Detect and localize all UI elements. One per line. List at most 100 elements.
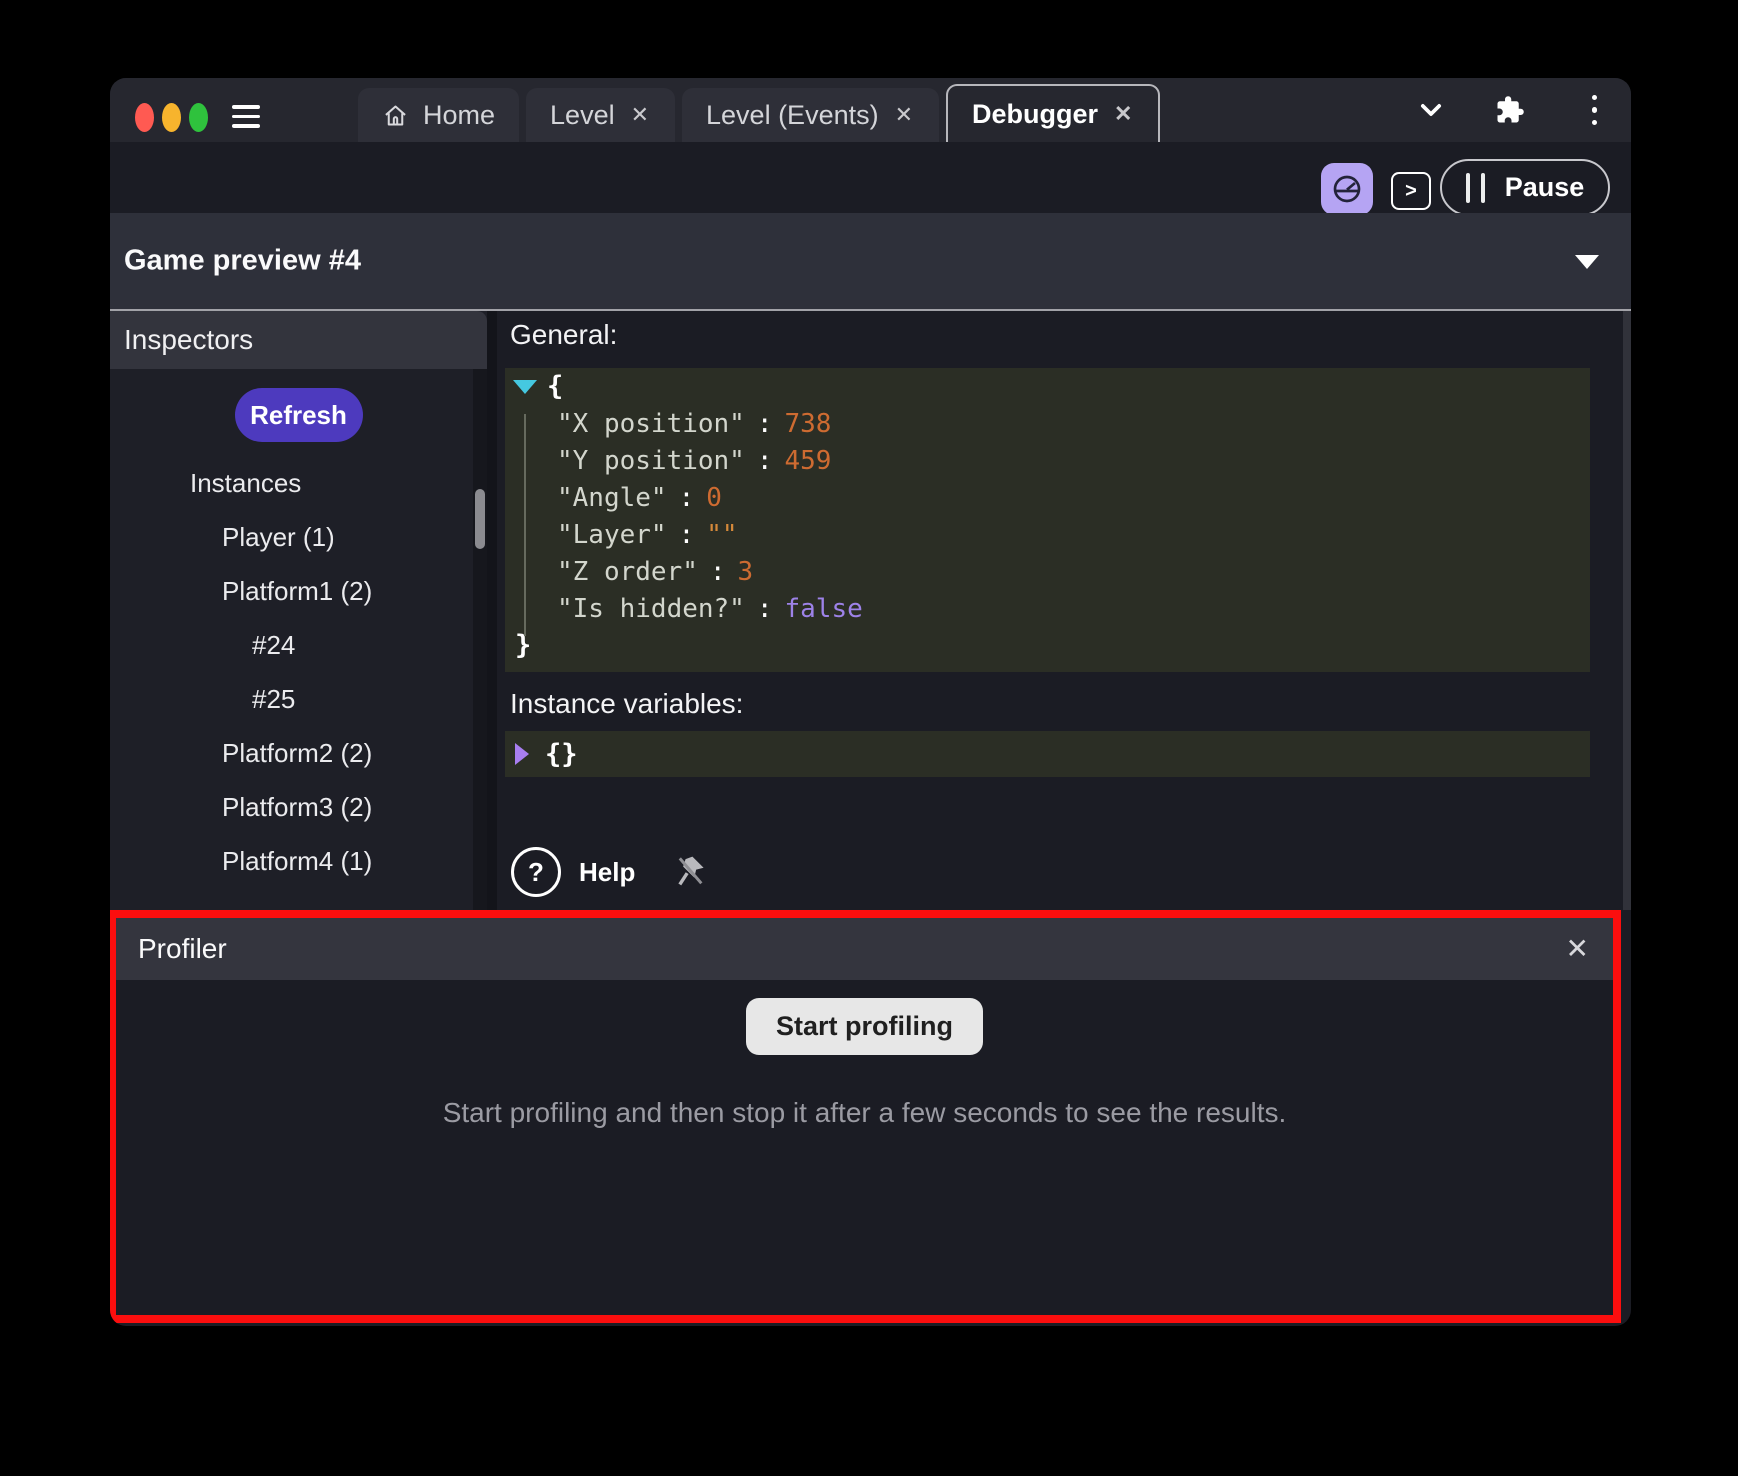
pause-label: Pause: [1505, 172, 1585, 203]
tab-level-events[interactable]: Level (Events) ✕: [682, 88, 939, 142]
list-item[interactable]: Platform1 (2): [110, 564, 487, 618]
sidebar-scrollbar-thumb[interactable]: [475, 489, 485, 549]
json-value: false: [785, 594, 863, 624]
collapse-triangle-icon[interactable]: [513, 380, 537, 394]
json-key: "Is hidden?": [557, 594, 745, 624]
json-key: "X position": [557, 409, 745, 439]
expand-triangle-icon[interactable]: [515, 743, 529, 765]
json-close-row: }: [505, 627, 1590, 664]
home-icon: [382, 102, 409, 129]
profiler-panel: Profiler ✕ Start profiling Start profili…: [110, 910, 1621, 1323]
help-label[interactable]: Help: [579, 857, 635, 888]
unpin-icon[interactable]: [675, 855, 705, 889]
pause-button[interactable]: Pause: [1440, 159, 1610, 216]
inspectors-sidebar: Inspectors Refresh Instances Player (1) …: [110, 311, 487, 910]
inspectors-body: Refresh Instances Player (1) Platform1 (…: [110, 369, 487, 910]
game-preview-header[interactable]: Game preview #4: [110, 213, 1631, 309]
close-icon[interactable]: ✕: [1112, 101, 1134, 127]
json-key: "Z order": [557, 557, 698, 587]
tab-label: Level: [550, 100, 615, 131]
more-options-kebab-icon[interactable]: [1592, 78, 1598, 142]
caret-down-icon[interactable]: [1575, 255, 1599, 269]
inspectors-header: Inspectors: [110, 311, 487, 369]
tree-item-label: Player (1): [222, 522, 335, 553]
game-preview-title: Game preview #4: [124, 245, 361, 278]
list-item[interactable]: Platform2 (2): [110, 726, 487, 780]
debugger-window: Home Level ✕ Level (Events) ✕ Debugger ✕…: [110, 78, 1631, 1326]
pause-icon: [1466, 173, 1485, 203]
list-item[interactable]: #24: [110, 618, 487, 672]
json-value: 738: [785, 409, 832, 439]
json-colon: :: [710, 557, 726, 587]
help-row: ? Help: [511, 847, 705, 897]
close-window-button[interactable]: [135, 103, 154, 132]
json-value: 0: [706, 483, 722, 513]
general-section-label: General:: [510, 319, 617, 351]
maximize-window-button[interactable]: [189, 103, 208, 132]
content-area: Inspectors Refresh Instances Player (1) …: [110, 311, 1631, 910]
tree-item-label: Platform1 (2): [222, 576, 372, 607]
profiler-caption: Start profiling and then stop it after a…: [116, 1097, 1613, 1129]
extensions-puzzle-icon[interactable]: [1495, 78, 1525, 142]
json-property-row: "X position" : 738: [505, 405, 1590, 442]
tab-label: Level (Events): [706, 100, 879, 131]
traffic-lights: [135, 103, 208, 132]
profiler-body: Start profiling Start profiling and then…: [116, 980, 1613, 1315]
tab-home[interactable]: Home: [358, 88, 519, 142]
json-colon: :: [757, 409, 773, 439]
start-profiling-button[interactable]: Start profiling: [746, 998, 983, 1055]
list-item[interactable]: Platform3 (2): [110, 780, 487, 834]
json-value: 3: [738, 557, 754, 587]
tab-label: Debugger: [972, 99, 1098, 130]
tree-item-label: Instances: [190, 468, 301, 499]
sidebar-scrollbar[interactable]: [473, 369, 487, 910]
tab-bar: Home Level ✕ Level (Events) ✕ Debugger ✕: [110, 78, 1631, 142]
menu-icon[interactable]: [232, 105, 260, 134]
minimize-window-button[interactable]: [162, 103, 181, 132]
tree-item-label: Platform2 (2): [222, 738, 372, 769]
indent-guide-line: [524, 414, 526, 636]
detail-panel-scrollbar[interactable]: [1623, 311, 1631, 910]
list-item[interactable]: Instances: [110, 456, 487, 510]
tab-level[interactable]: Level ✕: [526, 88, 675, 142]
panel-divider: [487, 311, 497, 910]
json-property-row: "Layer" : "": [505, 516, 1590, 553]
inspector-detail-panel: General: { "X position" : 738 "Y positio…: [497, 311, 1631, 910]
tree-item-label: #24: [252, 630, 295, 661]
json-property-row: "Y position" : 459: [505, 442, 1590, 479]
profiler-header: Profiler ✕: [116, 918, 1613, 980]
profiler-title: Profiler: [138, 933, 227, 965]
empty-object-value: {}: [545, 739, 578, 770]
chevron-down-icon[interactable]: [1417, 78, 1445, 142]
tree-item-label: #25: [252, 684, 295, 715]
json-root-row[interactable]: {: [505, 368, 1590, 405]
list-item[interactable]: Player (1): [110, 510, 487, 564]
instances-tree: Instances Player (1) Platform1 (2) #24 #…: [110, 456, 487, 888]
tab-label: Home: [423, 100, 495, 131]
json-colon: :: [757, 594, 773, 624]
tree-item-label: Platform3 (2): [222, 792, 372, 823]
json-key: "Layer": [557, 520, 667, 550]
open-brace: {: [547, 371, 563, 402]
help-question-icon[interactable]: ?: [511, 847, 561, 897]
tab-strip: Home Level ✕ Level (Events) ✕ Debugger ✕: [358, 84, 1160, 142]
json-property-row: "Is hidden?" : false: [505, 590, 1590, 627]
instance-variables-label: Instance variables:: [510, 688, 743, 720]
list-item[interactable]: Platform4 (1): [110, 834, 487, 888]
json-key: "Angle": [557, 483, 667, 513]
json-colon: :: [679, 520, 695, 550]
json-key: "Y position": [557, 446, 745, 476]
refresh-button[interactable]: Refresh: [235, 388, 363, 442]
tab-debugger[interactable]: Debugger ✕: [946, 84, 1160, 142]
json-colon: :: [757, 446, 773, 476]
console-button[interactable]: >: [1391, 172, 1431, 210]
profiler-speedometer-button[interactable]: [1321, 163, 1373, 215]
general-json-viewer: { "X position" : 738 "Y position" : 459 …: [505, 368, 1590, 672]
json-value: "": [706, 520, 737, 550]
profiler-close-icon[interactable]: ✕: [1566, 935, 1589, 963]
close-icon[interactable]: ✕: [893, 102, 915, 128]
inspectors-title: Inspectors: [124, 324, 253, 356]
close-icon[interactable]: ✕: [629, 102, 651, 128]
json-property-row: "Angle" : 0: [505, 479, 1590, 516]
list-item[interactable]: #25: [110, 672, 487, 726]
